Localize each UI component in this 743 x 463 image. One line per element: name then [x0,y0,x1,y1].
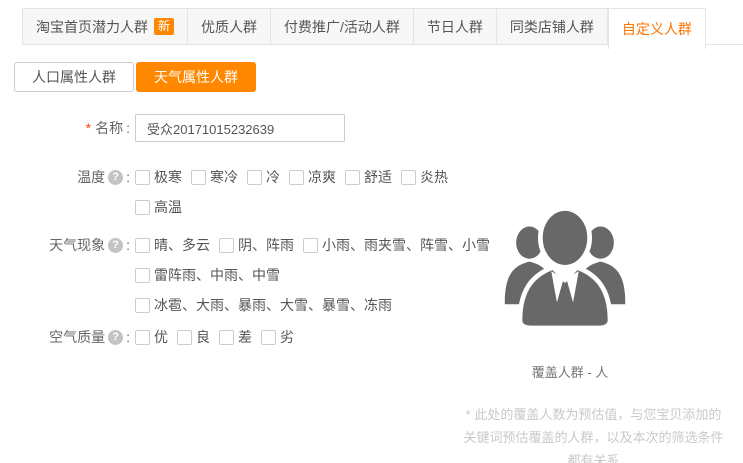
checkbox-item[interactable]: 冰雹、大雨、暴雨、大雪、暴雪、冻雨 [135,295,392,315]
checkbox-item[interactable]: 雷阵雨、中雨、中雪 [135,265,280,285]
help-icon[interactable]: ? [108,330,123,345]
checkbox-box[interactable] [401,170,416,185]
checkbox-label: 晴、多云 [154,235,210,255]
subtab-weather-audience[interactable]: 天气属性人群 [136,62,256,92]
weather-label: 天气现象 ? : [0,230,130,260]
checkbox-box[interactable] [289,170,304,185]
weather-options-line-2: 雷阵雨、中雨、中雪 [135,260,500,290]
tab-label: 淘宝首页潜力人群 [36,17,148,37]
checkbox-box[interactable] [135,200,150,215]
tab-label: 优质人群 [201,17,257,37]
name-row: * 名称 : [0,114,500,142]
subtab-demographic-audience[interactable]: 人口属性人群 [14,62,134,92]
label-colon: : [126,169,130,185]
checkbox-label: 极寒 [154,167,182,187]
tab-paid-promo-activity-audience[interactable]: 付费推广/活动人群 [271,8,414,44]
checkbox-label: 冷 [266,167,280,187]
field-label-text: 空气质量 [49,327,105,347]
checkbox-item[interactable]: 凉爽 [289,167,336,187]
weather-options-line-3: 冰雹、大雨、暴雨、大雪、暴雪、冻雨 [135,290,500,320]
checkbox-item[interactable]: 小雨、雨夹雪、阵雪、小雪 [303,235,490,255]
air-quality-label: 空气质量 ? : [0,322,130,352]
temperature-row: 温度 ? : 极寒 寒冷 冷 凉爽 舒适 炎热 高温 [0,162,500,222]
field-label-text: 名称 [95,118,123,138]
new-badge: 新 [154,18,174,35]
checkbox-item[interactable]: 阴、阵雨 [219,235,294,255]
temperature-options-line-2: 高温 [135,192,500,222]
checkbox-label: 劣 [280,327,294,347]
tab-label: 节日人群 [427,17,483,37]
air-quality-options-line-1: 优 良 差 劣 [135,322,500,352]
checkbox-item[interactable]: 寒冷 [191,167,238,187]
checkbox-label: 雷阵雨、中雨、中雪 [154,265,280,285]
coverage-count-caption: 覆盖人群 - 人 [455,362,685,381]
checkbox-item[interactable]: 差 [219,327,252,347]
checkbox-box[interactable] [219,330,234,345]
checkbox-box[interactable] [135,298,150,313]
note-line: * 此处的覆盖人数为预估值，与您宝贝添加的 [447,403,740,426]
checkbox-item[interactable]: 劣 [261,327,294,347]
weather-options-line-1: 晴、多云 阴、阵雨 小雨、雨夹雪、阵雪、小雪 [135,230,500,260]
name-label: * 名称 : [0,114,130,142]
checkbox-label: 良 [196,327,210,347]
checkbox-label: 高温 [154,197,182,217]
checkbox-item[interactable]: 舒适 [345,167,392,187]
checkbox-label: 冰雹、大雨、暴雨、大雪、暴雪、冻雨 [154,295,392,315]
tab-festival-audience[interactable]: 节日人群 [414,8,497,44]
sub-tab-bar: 人口属性人群 天气属性人群 [14,62,258,92]
coverage-estimate-note: * 此处的覆盖人数为预估值，与您宝贝添加的 关键词预估覆盖的人群，以及本次的筛选… [447,403,740,463]
air-quality-row: 空气质量 ? : 优 良 差 劣 [0,322,500,352]
checkbox-item[interactable]: 优 [135,327,168,347]
label-colon: : [126,329,130,345]
checkbox-box[interactable] [303,238,318,253]
required-asterisk: * [86,120,91,136]
tab-label: 付费推广/活动人群 [284,17,400,37]
checkbox-box[interactable] [135,170,150,185]
tab-similar-shop-audience[interactable]: 同类店铺人群 [497,8,608,44]
tab-label: 自定义人群 [622,19,692,39]
weather-phenomena-row: 天气现象 ? : 晴、多云 阴、阵雨 小雨、雨夹雪、阵雪、小雪 雷阵雨、中雨、中… [0,230,500,320]
checkbox-box[interactable] [135,330,150,345]
temperature-label: 温度 ? : [0,162,130,192]
checkbox-item[interactable]: 晴、多云 [135,235,210,255]
checkbox-box[interactable] [177,330,192,345]
audience-name-input[interactable] [135,114,345,142]
checkbox-label: 炎热 [420,167,448,187]
field-label-text: 天气现象 [49,235,105,255]
checkbox-box[interactable] [135,238,150,253]
label-colon: : [126,237,130,253]
audience-settings-panel: 淘宝首页潜力人群 新 优质人群 付费推广/活动人群 节日人群 同类店铺人群 自定… [0,0,743,463]
checkbox-item[interactable]: 高温 [135,197,182,217]
note-line: 都有关系 [447,449,740,463]
checkbox-label: 阴、阵雨 [238,235,294,255]
checkbox-box[interactable] [345,170,360,185]
checkbox-item[interactable]: 良 [177,327,210,347]
checkbox-label: 优 [154,327,168,347]
checkbox-label: 小雨、雨夹雪、阵雪、小雪 [322,235,490,255]
tab-taobao-homepage-potential[interactable]: 淘宝首页潜力人群 新 [22,8,188,44]
checkbox-box[interactable] [219,238,234,253]
tab-custom-audience[interactable]: 自定义人群 [608,8,706,49]
checkbox-label: 舒适 [364,167,392,187]
checkbox-label: 凉爽 [308,167,336,187]
checkbox-label: 差 [238,327,252,347]
tab-label: 同类店铺人群 [510,17,594,37]
checkbox-box[interactable] [191,170,206,185]
checkbox-item[interactable]: 极寒 [135,167,182,187]
help-icon[interactable]: ? [108,238,123,253]
note-line: 关键词预估覆盖的人群，以及本次的筛选条件 [447,426,740,449]
checkbox-box[interactable] [247,170,262,185]
tab-quality-audience[interactable]: 优质人群 [188,8,271,44]
audience-group-icon [501,200,629,328]
label-colon: : [126,120,130,136]
checkbox-box[interactable] [261,330,276,345]
checkbox-item[interactable]: 冷 [247,167,280,187]
help-icon[interactable]: ? [108,170,123,185]
checkbox-item[interactable]: 炎热 [401,167,448,187]
field-label-text: 温度 [77,167,105,187]
checkbox-label: 寒冷 [210,167,238,187]
main-tab-bar: 淘宝首页潜力人群 新 优质人群 付费推广/活动人群 节日人群 同类店铺人群 自定… [22,8,706,49]
temperature-options-line-1: 极寒 寒冷 冷 凉爽 舒适 炎热 [135,162,500,192]
checkbox-box[interactable] [135,268,150,283]
